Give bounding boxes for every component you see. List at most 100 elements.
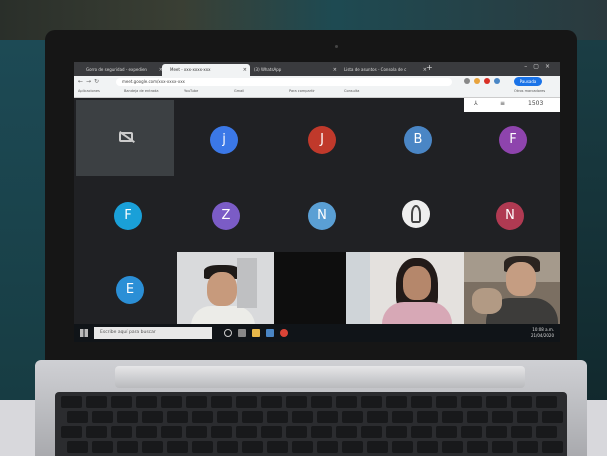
bookmark-item[interactable]: YouTube [184, 89, 198, 93]
keyboard-key [242, 441, 263, 453]
keyboard-key [486, 426, 507, 438]
keyboard-key [317, 411, 338, 423]
task-view-icon[interactable] [238, 329, 246, 337]
participant-avatar: B [404, 126, 432, 154]
browser-tab[interactable]: Gorro de seguridad - expedien × [78, 64, 166, 76]
extension-icon[interactable] [494, 78, 500, 84]
system-tray[interactable]: 10:08 a.m. 21/04/2020 [531, 327, 554, 339]
keyboard-key [467, 441, 488, 453]
keyboard-key [61, 396, 82, 408]
keyboard-key [161, 426, 182, 438]
keyboard-key [86, 396, 107, 408]
keyboard-key [161, 396, 182, 408]
participant-avatar: j [210, 126, 238, 154]
keyboard-key [86, 426, 107, 438]
keyboard-key [417, 411, 438, 423]
participant-avatar: F [499, 126, 527, 154]
participants-icon[interactable]: ⅄ [474, 100, 478, 107]
url-field[interactable]: meet.google.com/xxx-xxxx-xxx [116, 78, 452, 86]
keyboard-key [311, 396, 332, 408]
windows-taskbar: Escribe aquí para buscar 10:08 a.m. 21/0… [74, 324, 560, 342]
bookmark-item[interactable]: Para compartir [289, 89, 315, 93]
keyboard-key [536, 426, 557, 438]
tab-title: Meet - xxx-xxxx-xxx [170, 67, 211, 72]
keyboard-key [336, 396, 357, 408]
keyboard-key [461, 396, 482, 408]
keyboard-key [392, 411, 413, 423]
keyboard-key [367, 441, 388, 453]
keyboard-key [167, 411, 188, 423]
keyboard-key [386, 426, 407, 438]
keyboard-key [386, 396, 407, 408]
chat-icon[interactable]: ≡ [500, 100, 505, 107]
keyboard-key [236, 396, 257, 408]
bookmark-item[interactable]: Aplicaciones [78, 89, 100, 93]
keyboard-key [142, 441, 163, 453]
keyboard-key [342, 441, 363, 453]
tab-title: Lista de asuntos - Consola de c [344, 67, 407, 72]
store-icon[interactable] [266, 329, 274, 337]
windows-start-icon[interactable] [80, 329, 88, 337]
meet-top-controls: ⅄ ≡ 1503 [464, 98, 560, 112]
keyboard-key [492, 441, 513, 453]
keyboard-key [361, 426, 382, 438]
window-controls[interactable]: –▢× [524, 63, 556, 70]
profile-button[interactable]: Pausada [514, 77, 542, 86]
keyboard-key [436, 426, 457, 438]
bookmark-item[interactable]: Gmail [234, 89, 244, 93]
new-tab-icon[interactable]: + [426, 63, 433, 72]
extension-icon[interactable] [474, 78, 480, 84]
keyboard-key [411, 426, 432, 438]
keyboard-key [292, 411, 313, 423]
keyboard-key [142, 411, 163, 423]
keyboard-key [317, 441, 338, 453]
camera-off-icon [119, 132, 133, 142]
keyboard-key [67, 441, 88, 453]
keyboard-key [117, 411, 138, 423]
keyboard-key [542, 411, 563, 423]
keyboard-key [211, 396, 232, 408]
keyboard-key [442, 411, 463, 423]
keyboard-key [167, 441, 188, 453]
extension-icon[interactable] [464, 78, 470, 84]
keyboard-key [536, 396, 557, 408]
keyboard-key [517, 441, 538, 453]
participant-video [464, 252, 560, 324]
taskbar-search[interactable]: Escribe aquí para buscar [94, 327, 212, 339]
keyboard-key [186, 426, 207, 438]
bookmark-item[interactable]: Bandeja de entrada [124, 89, 159, 93]
keyboard-key [261, 396, 282, 408]
keyboard-key [261, 426, 282, 438]
self-view-tile [76, 100, 174, 176]
chrome-icon[interactable] [280, 329, 288, 337]
participant-video [274, 252, 346, 324]
keyboard-key [236, 426, 257, 438]
participant-avatar: N [496, 202, 524, 230]
keyboard-key [186, 396, 207, 408]
browser-tab-active[interactable]: Meet - xxx-xxxx-xxx × [162, 64, 250, 76]
keyboard-key [217, 441, 238, 453]
keyboard-key [61, 426, 82, 438]
extension-icon[interactable] [484, 78, 490, 84]
browser-tab-bar: Gorro de seguridad - expedien × Meet - xx… [74, 62, 560, 76]
bookmark-item[interactable]: Consulta [344, 89, 359, 93]
file-explorer-icon[interactable] [252, 329, 260, 337]
navigation-icons[interactable]: ←→↻ [78, 78, 102, 85]
keyboard-key [361, 396, 382, 408]
tab-title: Gorro de seguridad - expedien [86, 67, 147, 72]
bookmark-item[interactable]: Otros marcadores [514, 89, 545, 93]
browser-tab[interactable]: (3) WhatsApp × [246, 64, 340, 76]
participant-avatar: E [116, 276, 144, 304]
cortana-icon[interactable] [224, 329, 232, 337]
keyboard-key [367, 411, 388, 423]
bookmarks-bar: Aplicaciones Bandeja de entrada YouTube … [74, 88, 560, 98]
keyboard-key [511, 396, 532, 408]
keyboard-key [486, 396, 507, 408]
participant-video [370, 252, 464, 324]
keyboard-key [467, 411, 488, 423]
keyboard-key [292, 441, 313, 453]
keyboard-key [217, 411, 238, 423]
browser-tab[interactable]: Lista de asuntos - Consola de c × [336, 64, 430, 76]
laptop-hinge [115, 366, 525, 388]
keyboard-key [136, 396, 157, 408]
